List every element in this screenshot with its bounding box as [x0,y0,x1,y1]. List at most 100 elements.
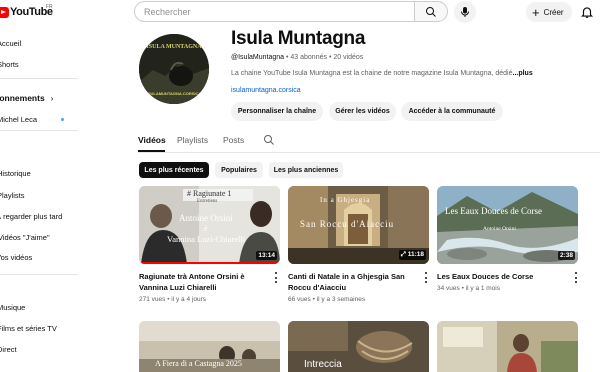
video-meta: 271 vues • il y a 4 jours [139,296,206,303]
sidebar-item-playlists[interactable]: Playlists [0,191,25,200]
sidebar-item-liked-videos[interactable]: Vidéos "J'aime" [0,233,50,242]
sidebar-item-label: Vos vidéos [0,253,33,262]
sidebar-item-label: Historique [0,169,31,178]
channel-search-icon[interactable] [263,134,275,146]
sidebar-divider [0,78,78,79]
customize-channel-button[interactable]: Personnaliser la chaîne [231,102,323,121]
more-actions-icon[interactable] [274,272,277,283]
search-input[interactable] [135,2,414,22]
sidebar-divider [0,274,78,275]
upload-age: il y a 4 jours [171,296,206,303]
shorts-icon: ⤢ [400,251,408,258]
youtube-logo[interactable]: YouTube FR [0,4,53,20]
video-thumbnail[interactable]: # Ragiunate 1 Entretiens Antoine Orsini … [139,186,280,264]
channel-description[interactable]: La chaine YouTube Isula Muntagna est la … [231,70,533,77]
sidebar-item-label: Musique [0,303,26,312]
video-thumbnail[interactable]: Intreccia [288,321,429,372]
sidebar-item-shorts[interactable]: Shorts [0,60,19,69]
watch-progress-bar [139,262,280,264]
sidebar-item-label: Direct [0,345,17,354]
thumbnail-tag: # Ragiunate 1 [187,189,232,198]
thumbnail-name-2: Vannina Luzi-Chiarelli [167,234,246,244]
view-count: 34 vues [437,285,460,292]
video-thumbnail[interactable]: A Fiera di a Castagna 2025 [139,321,280,372]
more-actions-icon[interactable] [574,272,577,283]
meta-separator: • [285,54,289,61]
create-button[interactable]: + Créer [526,2,572,22]
thumbnail-title: A Fiera di a Castagna 2025 [155,359,242,368]
thumbnail-image [437,321,578,372]
view-count: 66 vues [288,296,311,303]
thumbnail-subtitle: Entretiens [197,199,218,204]
voice-search-button[interactable] [454,1,476,23]
sidebar-item-your-videos[interactable]: Vos vidéos [0,253,32,262]
manage-videos-button[interactable]: Gérer les vidéos [329,102,396,121]
sidebar-item-music[interactable]: Musique [0,303,25,312]
thumbnail-subtitle: Antoine Orsini [483,226,516,232]
sidebar-item-label: Michel Leca [0,115,38,124]
tab-posts[interactable]: Posts [223,135,244,145]
thumbnail-title: Les Eaux Douces de Corse [445,206,542,216]
sidebar-section-subscriptions[interactable]: Abonnements › [0,93,54,103]
sidebar-item-label: Playlists [0,191,25,200]
sidebar-item-label: À regarder plus tard [0,212,63,221]
video-thumbnail[interactable]: Les Eaux Douces de Corse Antoine Orsini … [437,186,578,264]
meta-separator: • [461,285,464,292]
chip-popular[interactable]: Populaires [215,162,263,178]
tab-videos[interactable]: Vidéos [138,135,166,145]
description-text: La chaine YouTube Isula Muntagna est la … [231,70,513,77]
video-meta: 66 vues • il y a 3 semaines [288,296,365,303]
meta-separator: • [328,54,332,61]
community-button[interactable]: Accéder à la communauté [401,102,503,121]
meta-separator: • [312,296,315,303]
video-title[interactable]: Ragiunate trà Antone Orsini è Vannina Lu… [139,271,269,293]
video-title[interactable]: Les Eaux Douces de Corse [437,271,567,282]
sidebar-divider [0,130,78,131]
microphone-icon [461,7,469,17]
plus-icon: + [532,4,540,20]
new-content-dot [61,118,65,121]
notifications-bell-icon[interactable] [580,5,594,19]
thumbnail-image [437,186,578,264]
avatar-title: ISULA MUNTAGNA [146,44,202,50]
subscriber-count: 43 abonnés [290,54,327,61]
channel-avatar[interactable]: ISULA MUNTAGNA ISULAMUNTAGNA.CORSICA [139,34,209,104]
create-label: Créer [543,7,564,17]
video-duration: 13:14 [256,251,277,260]
thumbnail-and: è [204,224,208,233]
thumbnail-title-bottom: San Roccu d'Aiacciu [300,219,395,229]
sidebar-section-label: Abonnements [0,93,45,103]
masthead: YouTube FR + Créer [0,0,600,26]
video-thumbnail[interactable]: In a Ghjesgia San Roccu d'Aiacciu ⤢ 11:1… [288,186,429,264]
channel-link[interactable]: isulamuntagna.corsica [231,87,301,94]
tab-playlists[interactable]: Playlists [177,135,208,145]
avatar-image: ISULA MUNTAGNA ISULAMUNTAGNA.CORSICA [139,34,209,104]
upload-age: il y a 3 semaines [316,296,366,303]
video-count: 20 vidéos [333,54,364,61]
sidebar-item-label: Vidéos "J'aime" [0,233,50,242]
sidebar-item-label: Shorts [0,60,19,69]
logo-region: FR [46,4,53,10]
more-actions-icon[interactable] [424,272,427,283]
sidebar-item-movies[interactable]: Films et séries TV [0,324,57,333]
chip-oldest[interactable]: Les plus anciennes [269,162,343,178]
sidebar-item-live[interactable]: Direct [0,345,17,354]
search-button[interactable] [414,1,448,22]
sidebar-item-watch-later[interactable]: À regarder plus tard [0,212,62,221]
description-more-link[interactable]: ...plus [513,70,533,77]
duration-text: 11:18 [407,251,424,258]
video-thumbnail[interactable] [437,321,578,372]
thumbnail-title: Intreccia [304,359,342,370]
sidebar-item-label: Films et séries TV [0,324,57,333]
sidebar: Accueil Shorts Abonnements › Michel Leca… [0,30,80,372]
video-title[interactable]: Canti di Natale in a Ghjesgia San Roccu … [288,271,418,293]
youtube-play-icon [0,6,9,18]
chip-recent[interactable]: Les plus récentes [139,162,209,178]
tabs-divider [138,152,600,153]
sidebar-item-history[interactable]: Historique [0,169,31,178]
video-duration: 2:38 [557,251,575,260]
thumbnail-title-top: In a Ghjesgia [320,196,371,204]
sidebar-item-subscription[interactable]: Michel Leca [0,115,65,124]
sidebar-item-accueil[interactable]: Accueil [0,39,21,48]
channel-name: Isula Muntagna [231,28,366,49]
